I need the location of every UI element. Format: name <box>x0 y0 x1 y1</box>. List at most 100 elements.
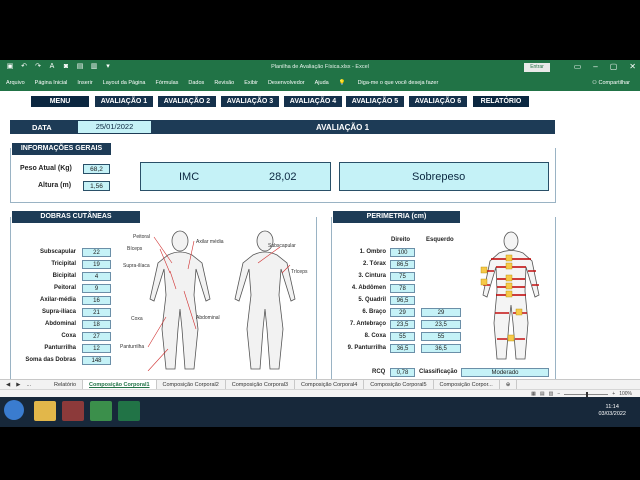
perimetria-direito-field[interactable]: 29 <box>390 308 415 317</box>
tab-dados[interactable]: Dados <box>188 80 204 86</box>
dobra-field[interactable]: 21 <box>82 308 111 317</box>
tab-exibir[interactable]: Exibir <box>244 80 258 86</box>
perimetria-direito-field[interactable]: 55 <box>390 332 415 341</box>
excel-window: ▣ ↶ ↷ A ◙ ▤ ▥ ▾ Planilha de Avaliação Fí… <box>0 60 640 397</box>
perimetria-label: 3. Cintura <box>358 273 386 279</box>
ribbon-tabs: Arquivo Página Inicial Inserir Layout da… <box>0 76 640 91</box>
title-bar: ▣ ↶ ↷ A ◙ ▤ ▥ ▾ Planilha de Avaliação Fí… <box>0 60 640 76</box>
tell-me-box[interactable]: Diga-me o que você deseja fazer <box>358 80 439 86</box>
avaliacao-5-button[interactable]: AVALIAÇÃO 5 <box>346 96 404 107</box>
perimetria-label: 4. Abdômen <box>351 285 386 291</box>
col-esquerdo: Esquerdo <box>426 237 454 243</box>
rcq-classificacao-label: Classificação <box>419 369 458 375</box>
clock-date: 03/03/2022 <box>598 411 626 417</box>
dobra-field[interactable]: 12 <box>82 344 111 353</box>
perimetry-body-figure <box>480 231 540 360</box>
fig-label-axilar: Axilar média <box>196 239 224 245</box>
perimetria-direito-field[interactable]: 96,5 <box>390 296 415 305</box>
imc-label: IMC <box>179 171 200 183</box>
dobra-label: Axilar-média <box>39 297 76 303</box>
dobra-label: Tricipital <box>51 261 76 267</box>
avaliacao-6-button[interactable]: AVALIAÇÃO 6 <box>409 96 467 107</box>
classificacao-box: Sobrepeso <box>339 162 549 191</box>
tab-formulas[interactable]: Fórmulas <box>155 80 178 86</box>
tab-revisao[interactable]: Revisão <box>214 80 234 86</box>
dobra-field[interactable]: 27 <box>82 332 111 341</box>
window-controls: ▭ – ▢ ✕ <box>574 62 636 71</box>
login-button[interactable]: Entrar <box>524 63 550 72</box>
soma-dobras-label: Soma das Dobras <box>25 357 76 363</box>
excel-taskbar-icon[interactable] <box>118 401 140 421</box>
zoom-slider[interactable] <box>564 391 609 397</box>
perimetria-esquerdo-field[interactable]: 55 <box>421 332 461 341</box>
more-sheets[interactable]: ... <box>26 382 31 388</box>
date-label: DATA <box>32 123 52 132</box>
chrome-icon[interactable] <box>90 401 112 421</box>
tab-ajuda[interactable]: Ajuda <box>315 80 329 86</box>
perimetria-esquerdo-field[interactable]: 23,5 <box>421 320 461 329</box>
relatorio-button[interactable]: RELATÓRIO <box>473 96 529 107</box>
dobra-label: Bicipital <box>52 273 76 279</box>
back-body-icon <box>234 230 296 370</box>
dobra-label: Coxa <box>61 333 76 339</box>
media-app-icon[interactable] <box>62 401 84 421</box>
perimetria-label: 5. Quadril <box>358 297 386 303</box>
dobra-field[interactable]: 19 <box>82 260 111 269</box>
share-button[interactable]: ⚇ Compartilhar <box>592 80 630 86</box>
perimetria-direito-field[interactable]: 78 <box>390 284 415 293</box>
close-icon[interactable]: ✕ <box>629 62 636 71</box>
next-sheet-icon[interactable]: ▶ <box>16 382 20 388</box>
maximize-icon[interactable]: ▢ <box>610 62 618 71</box>
worksheet: MENU AVALIAÇÃO 1 AVALIAÇÃO 2 AVALIAÇÃO 3… <box>0 91 640 381</box>
sheet-tabs-bar: ◀ ▶ ... Relatório Composição Corporal1 C… <box>0 379 640 390</box>
lightbulb-icon: 💡 <box>338 80 346 86</box>
menu-button[interactable]: MENU <box>31 96 89 107</box>
tab-inserir[interactable]: Inserir <box>77 80 92 86</box>
dobra-field[interactable]: 18 <box>82 320 111 329</box>
altura-field[interactable]: 1,56 <box>83 181 110 191</box>
tab-arquivo[interactable]: Arquivo <box>6 80 25 86</box>
perimetria-direito-field[interactable]: 100 <box>390 248 415 257</box>
perimetria-label: 9. Panturrilha <box>347 345 386 351</box>
fig-label-abdominal: Abdominal <box>196 315 220 321</box>
dobra-field[interactable]: 16 <box>82 296 111 305</box>
perimetria-direito-field[interactable]: 36,5 <box>390 344 415 353</box>
avaliacao-4-button[interactable]: AVALIAÇÃO 4 <box>284 96 342 107</box>
perimetria-direito-field[interactable]: 86,5 <box>390 260 415 269</box>
perimetria-esquerdo-field[interactable]: 29 <box>421 308 461 317</box>
dobra-field[interactable]: 22 <box>82 248 111 257</box>
fig-label-panturrilha: Panturrilha <box>120 344 145 350</box>
avaliacao-1-button[interactable]: AVALIAÇÃO 1 <box>95 96 153 107</box>
avaliacao-3-button[interactable]: AVALIAÇÃO 3 <box>221 96 279 107</box>
rcq-label: RCQ <box>372 369 386 375</box>
dobra-field[interactable]: 9 <box>82 284 111 293</box>
dobra-label: Supra-ilíaca <box>41 309 76 315</box>
tab-layout[interactable]: Layout da Página <box>103 80 146 86</box>
tab-desenvolvedor[interactable]: Desenvolvedor <box>268 80 305 86</box>
fig-label-subscapular: Subscapular <box>268 243 296 249</box>
clock-time: 11:14 <box>605 404 619 410</box>
minimize-icon[interactable]: – <box>593 62 597 71</box>
evaluation-title: AVALIAÇÃO 1 <box>316 123 370 132</box>
dobra-label: Subscapular <box>39 249 76 255</box>
skinfold-body-figure <box>147 230 296 371</box>
file-explorer-icon[interactable] <box>34 401 56 421</box>
dobra-field[interactable]: 4 <box>82 272 111 281</box>
imc-box: IMC 28,02 <box>140 162 331 191</box>
front-body-icon <box>149 230 211 370</box>
start-button-icon[interactable] <box>4 400 24 420</box>
fig-label-coxa: Coxa <box>131 316 143 322</box>
perimetria-direito-field[interactable]: 75 <box>390 272 415 281</box>
tab-pagina-inicial[interactable]: Página Inicial <box>35 80 68 86</box>
avaliacao-2-button[interactable]: AVALIAÇÃO 2 <box>158 96 216 107</box>
perimetria-label: 1. Ombro <box>359 249 386 255</box>
system-clock[interactable]: 11:14 03/03/2022 <box>598 404 626 418</box>
peso-field[interactable]: 68,2 <box>83 164 110 174</box>
peso-label: Peso Atual (Kg) <box>20 165 72 172</box>
rcq-classificacao-field: Moderado <box>461 368 549 377</box>
perimetria-direito-field[interactable]: 23,5 <box>390 320 415 329</box>
perimetria-esquerdo-field[interactable]: 36,5 <box>421 344 461 353</box>
prev-sheet-icon[interactable]: ◀ <box>6 382 10 388</box>
date-field[interactable]: 25/01/2022 <box>78 121 151 133</box>
ribbon-options-icon[interactable]: ▭ <box>574 62 582 71</box>
